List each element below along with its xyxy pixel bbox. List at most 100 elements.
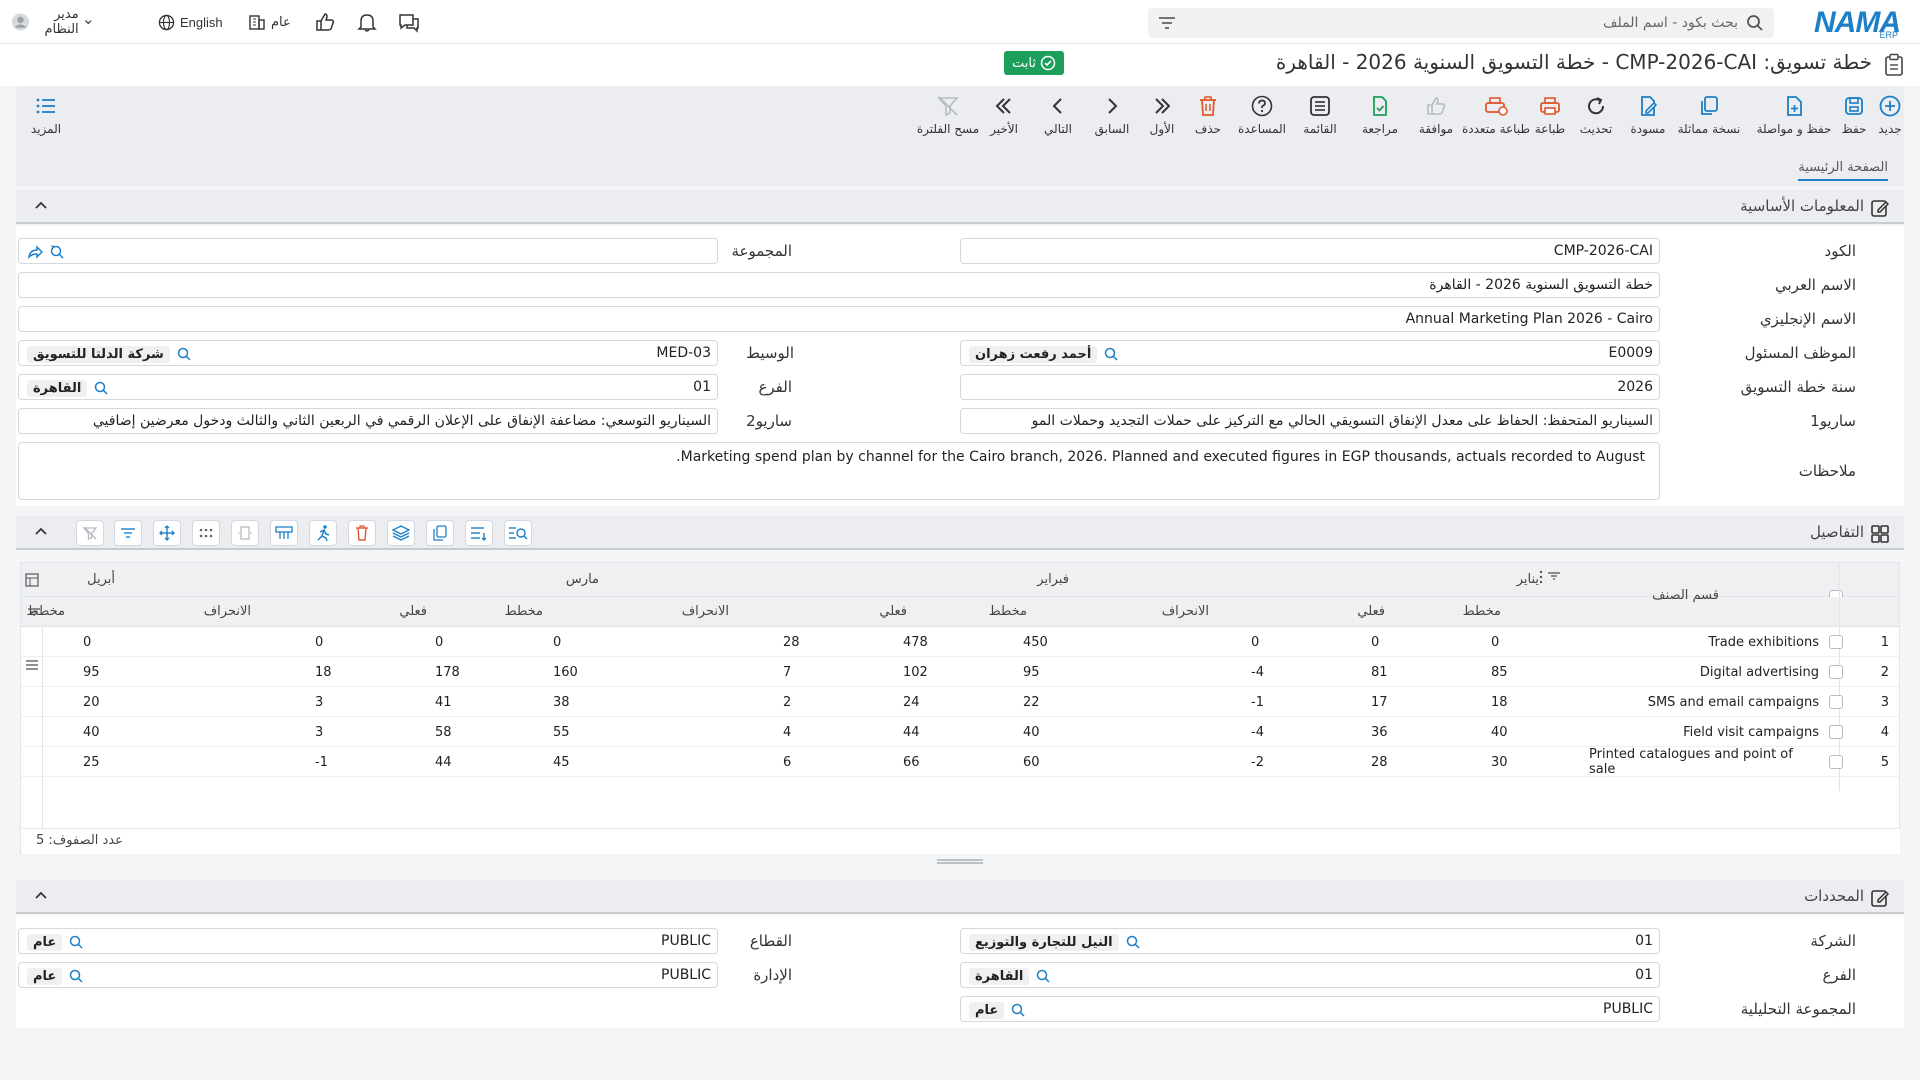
category-filter-icon[interactable] — [1547, 571, 1561, 581]
sector-field[interactable]: PUBLIC عام — [18, 928, 718, 954]
resize-handle[interactable] — [935, 858, 985, 866]
save-continue-button[interactable]: حفظ و مواصلة — [1754, 94, 1834, 144]
search-icon[interactable] — [1746, 14, 1764, 32]
list-add-icon[interactable] — [465, 520, 493, 546]
group-label: المجموعة — [731, 242, 792, 260]
company-label: الشركة — [1810, 932, 1856, 950]
company-field[interactable]: 01 النيل للتجارة والتوزيع — [960, 928, 1660, 954]
search-lookup-icon[interactable] — [93, 380, 109, 396]
mar-actual-cell: 44 — [435, 754, 452, 770]
english-name-field[interactable]: Annual Marketing Plan 2026 - Cairo — [18, 306, 1660, 332]
filter-lines-icon[interactable] — [114, 520, 142, 546]
prev-button[interactable]: السابق — [1084, 94, 1140, 144]
search-filter-icon[interactable] — [1158, 15, 1176, 31]
employee-field[interactable]: E0009 أحمد رفعت زهران — [960, 340, 1660, 366]
draft-button[interactable]: مسودة — [1620, 94, 1676, 144]
search-input[interactable] — [1218, 9, 1738, 37]
app-logo[interactable]: NAMA ERP — [1810, 6, 1901, 40]
scenario1-label: ساريو1 — [1810, 412, 1856, 430]
save-button[interactable]: حفظ — [1826, 94, 1882, 144]
list-button[interactable]: القائمة — [1292, 94, 1348, 144]
employee-code: E0009 — [1608, 345, 1653, 361]
chevron-up-icon[interactable] — [34, 525, 48, 537]
share-icon[interactable] — [27, 244, 43, 260]
dimensions-header[interactable]: المحددات — [16, 880, 1904, 914]
help-icon — [1251, 95, 1273, 117]
mar-variance-cell: 18 — [315, 664, 332, 680]
notes-textarea[interactable]: Marketing spend plan by channel for the … — [18, 442, 1660, 500]
table-row[interactable]: 3 SMS and email campaigns 18 17 -1 22 24 2 38 41 3… — [21, 687, 1899, 717]
next-button[interactable]: التالي — [1030, 94, 1086, 144]
search-lookup-icon[interactable] — [1125, 934, 1141, 950]
scenario2-field[interactable]: السيناريو التوسعي: مضاعفة الإنفاق على ال… — [18, 408, 718, 434]
help-button[interactable]: المساعدة — [1234, 94, 1290, 144]
row-checkbox[interactable] — [1829, 635, 1843, 649]
search-lookup-icon[interactable] — [68, 934, 84, 950]
table-row[interactable]: 5 Printed catalogues and point of sale 30 2… — [21, 747, 1899, 777]
column-width-icon[interactable] — [231, 520, 259, 546]
analytic-field[interactable]: PUBLIC عام — [960, 996, 1660, 1022]
search-lookup-icon[interactable] — [1010, 1002, 1026, 1018]
broker-field[interactable]: MED-03 شركة الدلتا للتسويق — [18, 340, 718, 366]
more-button[interactable]: المزيد — [18, 94, 74, 144]
first-button[interactable]: الأول — [1134, 94, 1190, 144]
duplicate-icon[interactable] — [426, 520, 454, 546]
move-icon[interactable] — [153, 520, 181, 546]
scope-switch[interactable]: عام — [248, 11, 291, 33]
table-row[interactable]: 1 Trade exhibitions 0 0 0 450 478 28 0 0 0 0 — [21, 627, 1899, 657]
grid-footer: عدد الصفوف: 5 — [22, 828, 1900, 854]
row-checkbox[interactable] — [1829, 755, 1843, 769]
user-menu[interactable]: مدير النظام — [12, 7, 92, 37]
feb-planned-cell: 40 — [1023, 724, 1040, 740]
trash-icon[interactable] — [348, 520, 376, 546]
basic-info-header[interactable]: المعلومات الأساسية — [16, 190, 1904, 224]
layers-icon[interactable] — [387, 520, 415, 546]
dots-grid-icon[interactable] — [192, 520, 220, 546]
review-button[interactable]: مراجعة — [1352, 94, 1408, 144]
thumbs-up-icon[interactable] — [314, 11, 336, 33]
dept-field[interactable]: PUBLIC عام — [18, 962, 718, 988]
year-field[interactable]: 2026 — [960, 374, 1660, 400]
table-row[interactable]: 4 Field visit campaigns 40 36 -4 40 44 4 55 58 3 40 — [21, 717, 1899, 747]
running-icon[interactable] — [309, 520, 337, 546]
group-field[interactable] — [18, 238, 718, 264]
table-layout-icon[interactable] — [270, 520, 298, 546]
copy-button[interactable]: نسخة مماثلة — [1674, 94, 1744, 144]
table-row[interactable]: 2 Digital advertising 85 81 -4 95 102 7 160 178 18… — [21, 657, 1899, 687]
chevron-up-icon[interactable] — [34, 889, 48, 901]
bell-icon[interactable] — [356, 11, 378, 33]
search-lookup-icon[interactable] — [1103, 346, 1119, 362]
dept-lookup: عام — [27, 963, 84, 987]
list-search-icon[interactable] — [504, 520, 532, 546]
search-lookup-icon[interactable] — [1035, 968, 1051, 984]
building-icon — [249, 15, 265, 30]
row-checkbox[interactable] — [1829, 665, 1843, 679]
multi-print-button[interactable]: طباعة متعددة — [1456, 94, 1536, 144]
row-number: 4 — [1880, 724, 1889, 740]
dim-branch-field[interactable]: 01 القاهرة — [960, 962, 1660, 988]
sector-lookup: عام — [27, 929, 84, 953]
kebab-icon[interactable] — [1539, 570, 1543, 584]
chat-icon[interactable] — [397, 11, 421, 33]
search-lookup-icon[interactable] — [49, 244, 65, 260]
mar-planned-cell: 55 — [553, 724, 570, 740]
row-checkbox[interactable] — [1829, 725, 1843, 739]
scenario1-field[interactable]: السيناريو المتحفظ: الحفاظ على معدل الإنف… — [960, 408, 1660, 434]
clear-filter-icon[interactable] — [76, 520, 104, 546]
language-switch[interactable]: English — [158, 11, 223, 33]
branch-field[interactable]: 01 القاهرة — [18, 374, 718, 400]
code-field[interactable]: CMP-2026-CAI — [960, 238, 1660, 264]
broker-label: الوسيط — [746, 344, 794, 362]
chevron-up-icon[interactable] — [34, 199, 48, 211]
search-lookup-icon[interactable] — [68, 968, 84, 984]
row-filter-icon[interactable] — [27, 607, 41, 617]
tab-main[interactable]: الصفحة الرئيسية — [1798, 160, 1888, 181]
column-chooser-icon[interactable] — [25, 573, 39, 587]
row-checkbox[interactable] — [1829, 695, 1843, 709]
jan-planned-header: مخطط — [1462, 604, 1501, 619]
clear-filter-button[interactable]: مسح الفلترة — [908, 94, 988, 144]
details-toolbar: التفاصيل — [16, 516, 1904, 550]
search-lookup-icon[interactable] — [176, 346, 192, 362]
approve-button[interactable]: موافقة — [1408, 94, 1464, 144]
arabic-name-field[interactable]: خطة التسويق السنوية 2026 - القاهرة — [18, 272, 1660, 298]
